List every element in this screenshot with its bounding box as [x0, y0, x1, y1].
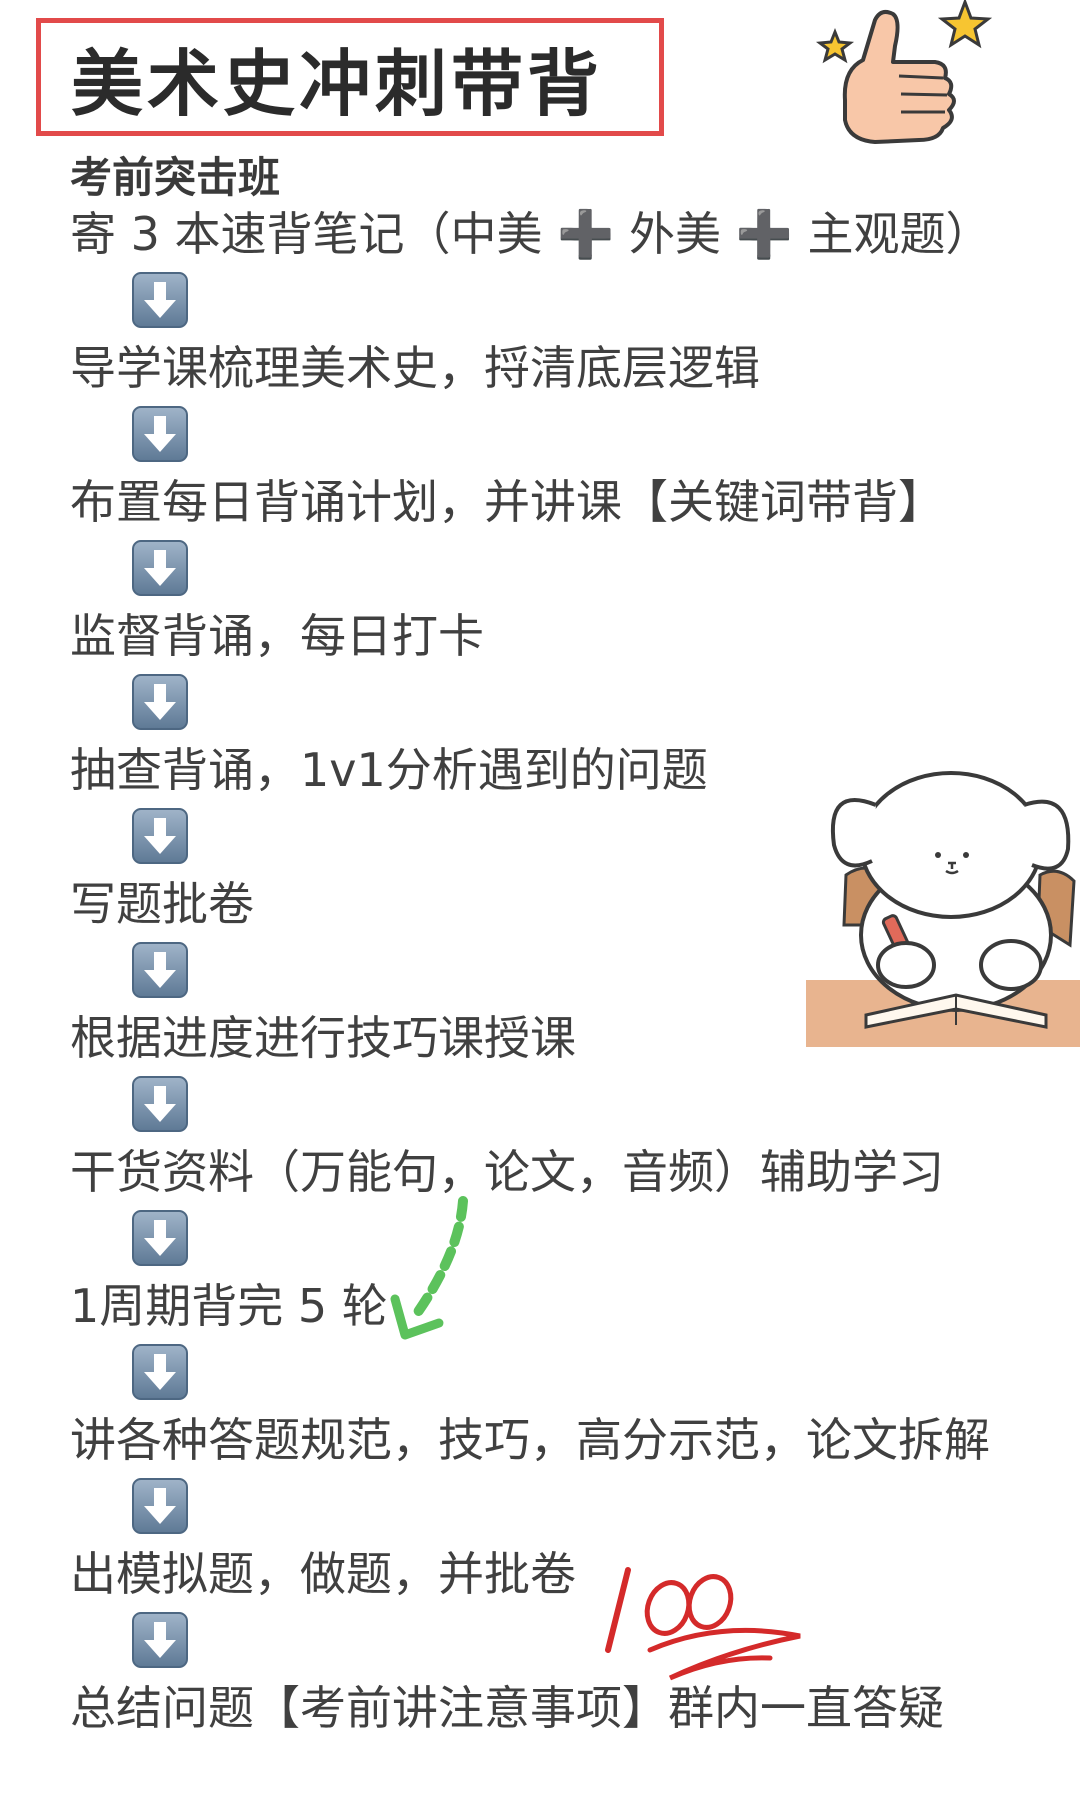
arrow-row	[70, 402, 1010, 468]
down-arrow-icon	[132, 942, 188, 998]
arrow-row	[70, 1340, 1010, 1406]
step-item: 导学课梳理美术史，捋清底层逻辑	[70, 341, 760, 395]
step-item: 干货资料（万能句，论文，音频）辅助学习	[70, 1145, 944, 1199]
step-item: 布置每日背诵计划，并讲课【关键词带背】	[70, 475, 944, 529]
down-arrow-icon	[132, 808, 188, 864]
arrow-row	[70, 1206, 1010, 1272]
down-arrow-icon	[132, 272, 188, 328]
arrow-row	[70, 670, 1010, 736]
step-item: 寄 3 本速背笔记（中美 ➕ 外美 ➕ 主观题）	[70, 207, 992, 261]
thumbs-up-sticker-icon	[815, 0, 993, 144]
down-arrow-icon	[132, 1076, 188, 1132]
arrow-row	[70, 1608, 1010, 1674]
page-title: 美术史冲刺带背	[71, 41, 604, 126]
step-item: 总结问题【考前讲注意事项】群内一直答疑	[70, 1681, 944, 1735]
down-arrow-icon	[132, 540, 188, 596]
arrow-row	[70, 536, 1010, 602]
title-box: 美术史冲刺带背	[36, 18, 664, 136]
arrow-row	[70, 268, 1010, 334]
score-100-mark-icon	[605, 1567, 801, 1681]
down-arrow-icon	[132, 1612, 188, 1668]
arrow-row	[70, 1072, 1010, 1138]
down-arrow-icon	[132, 406, 188, 462]
arrow-row	[70, 1474, 1010, 1540]
step-item: 1周期背完 5 轮	[70, 1279, 388, 1333]
green-dashed-arrow-icon	[390, 1196, 468, 1340]
down-arrow-icon	[132, 674, 188, 730]
down-arrow-icon	[132, 1478, 188, 1534]
step-item: 讲各种答题规范，技巧，高分示范，论文拆解	[70, 1413, 990, 1467]
down-arrow-icon	[132, 1344, 188, 1400]
step-item: 监督背诵，每日打卡	[70, 609, 484, 663]
dog-studying-sticker-icon	[806, 771, 1080, 1047]
subtitle: 考前突击班	[70, 153, 281, 202]
down-arrow-icon	[132, 1210, 188, 1266]
step-item: 出模拟题，做题，并批卷	[70, 1547, 576, 1601]
